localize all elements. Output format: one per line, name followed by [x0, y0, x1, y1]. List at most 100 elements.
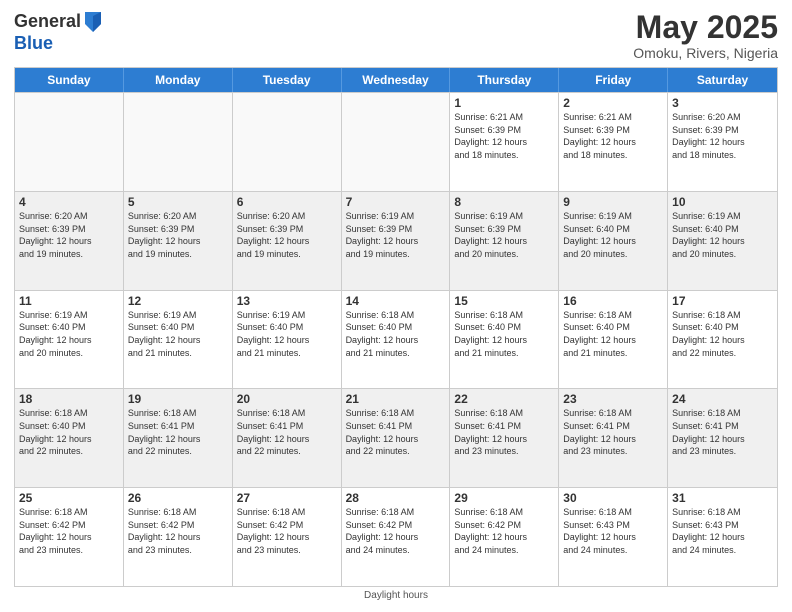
calendar-cell [342, 93, 451, 191]
calendar-cell: 25Sunrise: 6:18 AM Sunset: 6:42 PM Dayli… [15, 488, 124, 586]
calendar-cell: 20Sunrise: 6:18 AM Sunset: 6:41 PM Dayli… [233, 389, 342, 487]
calendar-cell: 22Sunrise: 6:18 AM Sunset: 6:41 PM Dayli… [450, 389, 559, 487]
calendar-cell: 18Sunrise: 6:18 AM Sunset: 6:40 PM Dayli… [15, 389, 124, 487]
calendar-week: 4 Sunrise: 6:20 AM Sunset: 6:39 PM Daylig… [15, 191, 777, 290]
calendar-cell: 24Sunrise: 6:18 AM Sunset: 6:41 PM Dayli… [668, 389, 777, 487]
calendar-cell: 4Sunrise: 6:20 AM Sunset: 6:39 PM Daylig… [15, 192, 124, 290]
day-info: Sunrise: 6:18 AM Sunset: 6:41 PM Dayligh… [454, 407, 554, 457]
calendar-cell: 14Sunrise: 6:18 AM Sunset: 6:40 PM Dayli… [342, 291, 451, 389]
day-info: Sunrise: 6:19 AM Sunset: 6:40 PM Dayligh… [128, 309, 228, 359]
day-number: 12 [128, 294, 228, 308]
day-info: Sunrise: 6:19 AM Sunset: 6:40 PM Dayligh… [563, 210, 663, 260]
day-number: 23 [563, 392, 663, 406]
weekday-header: Tuesday [233, 68, 342, 92]
day-number: 18 [19, 392, 119, 406]
day-info: Sunrise: 6:21 AM Sunset: 6:39 PM Dayligh… [454, 111, 554, 161]
day-number: 20 [237, 392, 337, 406]
day-number: 16 [563, 294, 663, 308]
day-number: 17 [672, 294, 773, 308]
day-info: Sunrise: 6:18 AM Sunset: 6:41 PM Dayligh… [128, 407, 228, 457]
day-info: Sunrise: 6:18 AM Sunset: 6:43 PM Dayligh… [563, 506, 663, 556]
day-info: Sunrise: 6:18 AM Sunset: 6:40 PM Dayligh… [346, 309, 446, 359]
day-number: 5 [128, 195, 228, 209]
day-info: Sunrise: 6:19 AM Sunset: 6:40 PM Dayligh… [672, 210, 773, 260]
calendar-cell: 1Sunrise: 6:21 AM Sunset: 6:39 PM Daylig… [450, 93, 559, 191]
calendar-cell: 10Sunrise: 6:19 AM Sunset: 6:40 PM Dayli… [668, 192, 777, 290]
weekday-header: Saturday [668, 68, 777, 92]
calendar-cell [15, 93, 124, 191]
day-info: Sunrise: 6:18 AM Sunset: 6:41 PM Dayligh… [563, 407, 663, 457]
logo: General Blue [14, 10, 103, 54]
day-number: 19 [128, 392, 228, 406]
calendar: SundayMondayTuesdayWednesdayThursdayFrid… [14, 67, 778, 587]
calendar-cell [233, 93, 342, 191]
calendar-header: SundayMondayTuesdayWednesdayThursdayFrid… [15, 68, 777, 92]
calendar-cell: 17Sunrise: 6:18 AM Sunset: 6:40 PM Dayli… [668, 291, 777, 389]
calendar-cell: 19Sunrise: 6:18 AM Sunset: 6:41 PM Dayli… [124, 389, 233, 487]
calendar-cell: 2Sunrise: 6:21 AM Sunset: 6:39 PM Daylig… [559, 93, 668, 191]
logo-icon [83, 10, 103, 34]
page: General Blue May 2025 Omoku, Rivers, Nig… [0, 0, 792, 612]
day-info: Sunrise: 6:18 AM Sunset: 6:42 PM Dayligh… [19, 506, 119, 556]
day-number: 9 [563, 195, 663, 209]
day-number: 1 [454, 96, 554, 110]
day-number: 21 [346, 392, 446, 406]
day-number: 8 [454, 195, 554, 209]
day-number: 25 [19, 491, 119, 505]
calendar-week: 18Sunrise: 6:18 AM Sunset: 6:40 PM Dayli… [15, 388, 777, 487]
calendar-week: 1Sunrise: 6:21 AM Sunset: 6:39 PM Daylig… [15, 92, 777, 191]
logo-general: General [14, 12, 81, 32]
calendar-cell: 16Sunrise: 6:18 AM Sunset: 6:40 PM Dayli… [559, 291, 668, 389]
logo-blue: Blue [14, 33, 53, 53]
day-number: 22 [454, 392, 554, 406]
header: General Blue May 2025 Omoku, Rivers, Nig… [14, 10, 778, 61]
weekday-header: Wednesday [342, 68, 451, 92]
day-number: 3 [672, 96, 773, 110]
day-info: Sunrise: 6:18 AM Sunset: 6:41 PM Dayligh… [672, 407, 773, 457]
day-info: Sunrise: 6:18 AM Sunset: 6:40 PM Dayligh… [454, 309, 554, 359]
calendar-cell: 7Sunrise: 6:19 AM Sunset: 6:39 PM Daylig… [342, 192, 451, 290]
day-number: 31 [672, 491, 773, 505]
calendar-cell: 13Sunrise: 6:19 AM Sunset: 6:40 PM Dayli… [233, 291, 342, 389]
day-info: Sunrise: 6:18 AM Sunset: 6:42 PM Dayligh… [346, 506, 446, 556]
calendar-week: 25Sunrise: 6:18 AM Sunset: 6:42 PM Dayli… [15, 487, 777, 586]
weekday-header: Monday [124, 68, 233, 92]
calendar-cell: 8Sunrise: 6:19 AM Sunset: 6:39 PM Daylig… [450, 192, 559, 290]
day-number: 24 [672, 392, 773, 406]
day-info: Sunrise: 6:18 AM Sunset: 6:42 PM Dayligh… [128, 506, 228, 556]
calendar-cell: 6Sunrise: 6:20 AM Sunset: 6:39 PM Daylig… [233, 192, 342, 290]
calendar-cell [124, 93, 233, 191]
calendar-cell: 15Sunrise: 6:18 AM Sunset: 6:40 PM Dayli… [450, 291, 559, 389]
day-number: 11 [19, 294, 119, 308]
day-number: 13 [237, 294, 337, 308]
day-number: 26 [128, 491, 228, 505]
day-number: 30 [563, 491, 663, 505]
day-number: 4 [19, 195, 119, 209]
calendar-cell: 11Sunrise: 6:19 AM Sunset: 6:40 PM Dayli… [15, 291, 124, 389]
day-number: 2 [563, 96, 663, 110]
day-number: 27 [237, 491, 337, 505]
footer-note: Daylight hours [14, 587, 778, 602]
day-number: 28 [346, 491, 446, 505]
calendar-cell: 28Sunrise: 6:18 AM Sunset: 6:42 PM Dayli… [342, 488, 451, 586]
day-info: Sunrise: 6:18 AM Sunset: 6:42 PM Dayligh… [454, 506, 554, 556]
day-info: Sunrise: 6:20 AM Sunset: 6:39 PM Dayligh… [128, 210, 228, 260]
day-info: Sunrise: 6:19 AM Sunset: 6:40 PM Dayligh… [19, 309, 119, 359]
calendar-cell: 3Sunrise: 6:20 AM Sunset: 6:39 PM Daylig… [668, 93, 777, 191]
day-info: Sunrise: 6:21 AM Sunset: 6:39 PM Dayligh… [563, 111, 663, 161]
calendar-cell: 29Sunrise: 6:18 AM Sunset: 6:42 PM Dayli… [450, 488, 559, 586]
day-info: Sunrise: 6:18 AM Sunset: 6:41 PM Dayligh… [237, 407, 337, 457]
calendar-cell: 30Sunrise: 6:18 AM Sunset: 6:43 PM Dayli… [559, 488, 668, 586]
day-number: 14 [346, 294, 446, 308]
day-info: Sunrise: 6:19 AM Sunset: 6:39 PM Dayligh… [346, 210, 446, 260]
month-title: May 2025 [633, 10, 778, 45]
calendar-cell: 23Sunrise: 6:18 AM Sunset: 6:41 PM Dayli… [559, 389, 668, 487]
calendar-cell: 12Sunrise: 6:19 AM Sunset: 6:40 PM Dayli… [124, 291, 233, 389]
day-info: Sunrise: 6:20 AM Sunset: 6:39 PM Dayligh… [237, 210, 337, 260]
day-number: 15 [454, 294, 554, 308]
day-number: 29 [454, 491, 554, 505]
calendar-cell: 21Sunrise: 6:18 AM Sunset: 6:41 PM Dayli… [342, 389, 451, 487]
day-info: Sunrise: 6:19 AM Sunset: 6:39 PM Dayligh… [454, 210, 554, 260]
day-info: Sunrise: 6:18 AM Sunset: 6:40 PM Dayligh… [19, 407, 119, 457]
calendar-cell: 9Sunrise: 6:19 AM Sunset: 6:40 PM Daylig… [559, 192, 668, 290]
